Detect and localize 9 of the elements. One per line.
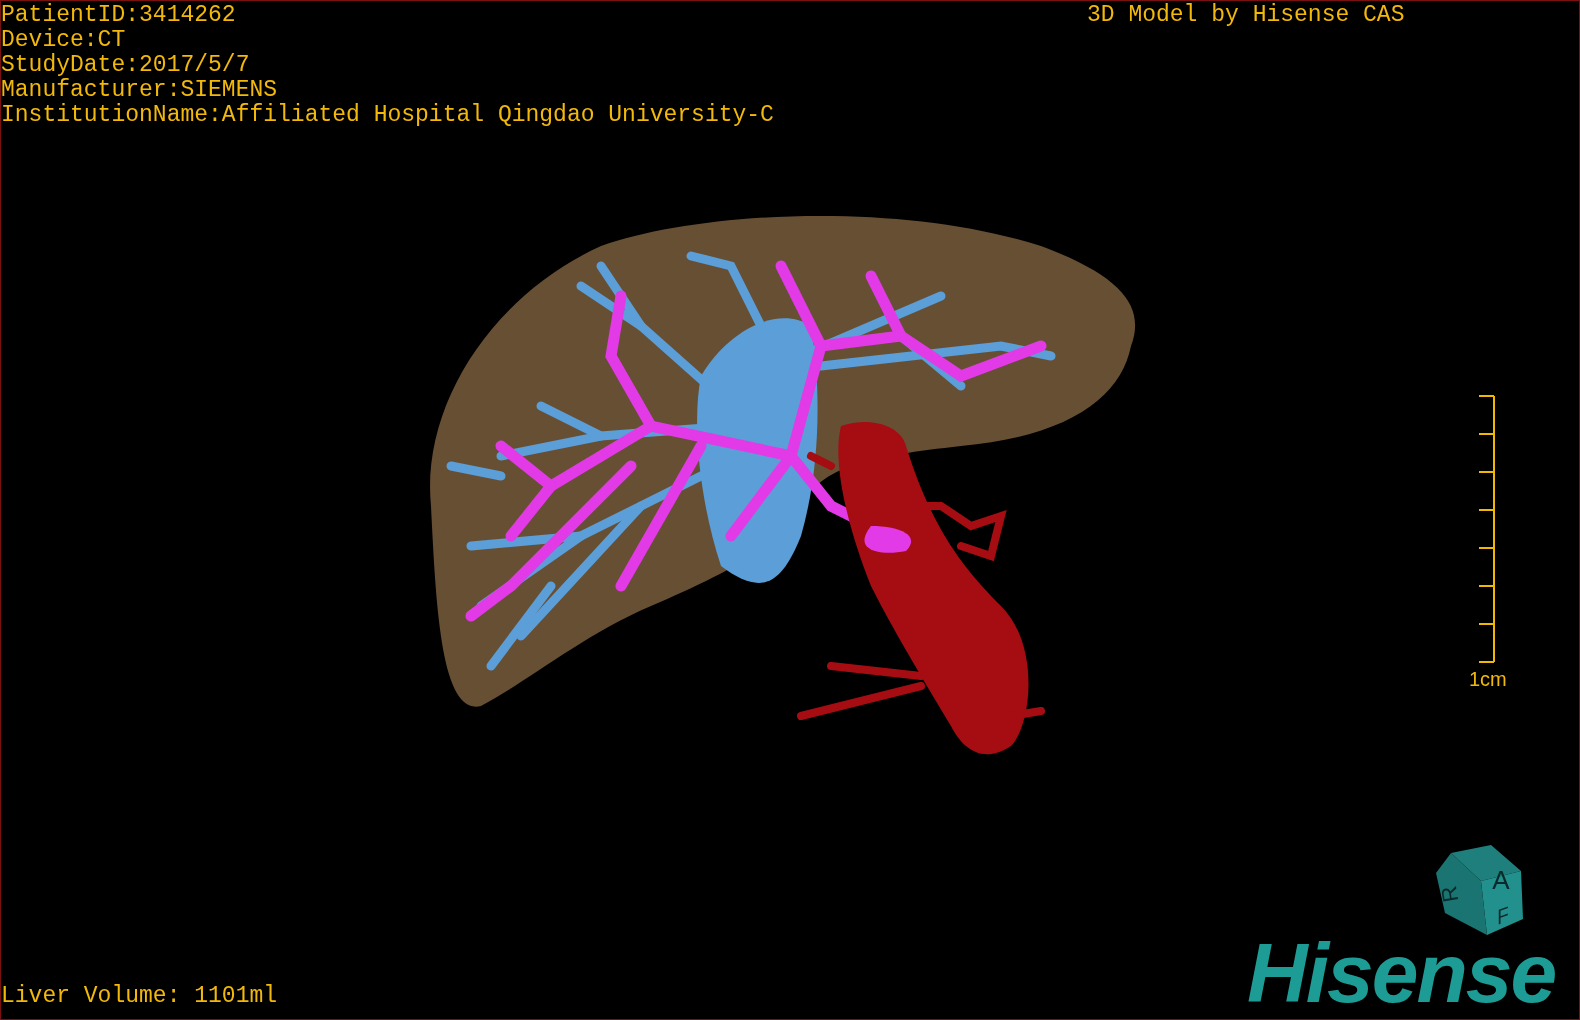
study-info-text: InstitutionName:Affiliated Hospital Qingdao University-C — [1, 103, 774, 128]
study-info-text: Device:CT — [1, 28, 126, 53]
model-title: 3D Model by Hisense CAS — [1087, 3, 1405, 28]
study-info-text: Manufacturer:SIEMENS — [1, 78, 278, 103]
scale-label: 1cm — [1469, 668, 1507, 690]
scale-bar-icon — [1476, 394, 1497, 666]
study-info-text: StudyDate:2017/5/7 — [1, 53, 250, 78]
liver-volume-text: Liver Volume: 1101ml — [1, 984, 278, 1009]
study-info-text: PatientID:3414262 — [1, 3, 236, 28]
